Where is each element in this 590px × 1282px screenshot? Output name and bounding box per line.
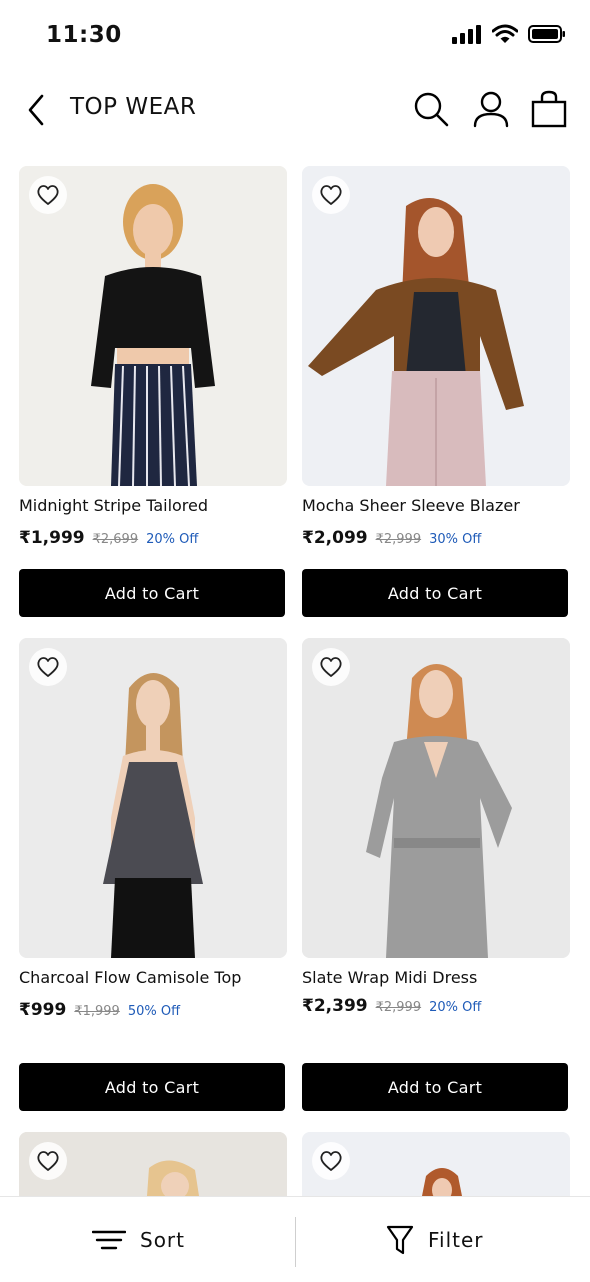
product-card[interactable] <box>302 1132 570 1196</box>
filter-label: Filter <box>428 1227 484 1252</box>
product-image[interactable] <box>19 1132 287 1196</box>
price-row: ₹1,999 ₹2,699 20% Off <box>19 528 198 548</box>
filter-icon <box>386 1225 414 1254</box>
product-photo <box>19 166 287 486</box>
product-mrp: ₹2,999 <box>375 1000 422 1015</box>
discount-label: 20% Off <box>429 1000 482 1015</box>
add-to-cart-button[interactable]: Add to Cart <box>19 569 285 617</box>
product-card[interactable]: Midnight Stripe Tailored ₹1,999 ₹2,699 2… <box>19 166 287 618</box>
discount-label: 20% Off <box>146 532 199 547</box>
status-bar: 11:30 <box>0 0 590 72</box>
add-to-cart-button[interactable]: Add to Cart <box>302 1063 568 1111</box>
heart-icon <box>320 657 342 677</box>
wishlist-button[interactable] <box>312 1142 350 1180</box>
product-image[interactable] <box>302 638 570 958</box>
sort-icon <box>92 1230 126 1249</box>
wishlist-button[interactable] <box>29 1142 67 1180</box>
back-button[interactable] <box>22 92 50 128</box>
product-price: ₹2,399 <box>302 996 368 1016</box>
signal-icon <box>452 25 481 44</box>
product-image[interactable] <box>19 166 287 486</box>
bottom-action-bar: Sort Filter <box>0 1196 590 1282</box>
heart-icon <box>37 657 59 677</box>
back-arrow-icon <box>28 94 44 126</box>
product-card[interactable]: Slate Wrap Midi Dress ₹2,399 ₹2,999 20% … <box>302 638 570 1111</box>
top-header: TOP WEAR <box>0 80 590 140</box>
product-name[interactable]: Slate Wrap Midi Dress <box>302 968 477 987</box>
product-card[interactable] <box>19 1132 287 1196</box>
product-image[interactable] <box>302 166 570 486</box>
battery-icon <box>528 25 565 43</box>
heart-icon <box>37 1151 59 1171</box>
add-to-cart-button[interactable]: Add to Cart <box>302 569 568 617</box>
account-button[interactable] <box>472 90 510 128</box>
status-time: 11:30 <box>46 22 122 48</box>
wishlist-button[interactable] <box>29 176 67 214</box>
user-icon <box>473 91 509 128</box>
product-name[interactable]: Charcoal Flow Camisole Top <box>19 968 241 987</box>
search-button[interactable] <box>412 90 450 128</box>
product-card[interactable]: Charcoal Flow Camisole Top ₹999 ₹1,999 5… <box>19 638 287 1111</box>
discount-label: 30% Off <box>429 532 482 547</box>
product-photo <box>19 638 287 958</box>
price-row: ₹2,099 ₹2,999 30% Off <box>302 528 481 548</box>
product-mrp: ₹2,999 <box>375 532 422 547</box>
filter-button[interactable]: Filter <box>386 1197 484 1282</box>
sort-button[interactable]: Sort <box>92 1197 185 1282</box>
heart-icon <box>320 1151 342 1171</box>
heart-icon <box>320 185 342 205</box>
price-row: ₹999 ₹1,999 50% Off <box>19 1000 180 1020</box>
add-to-cart-button[interactable]: Add to Cart <box>19 1063 285 1111</box>
product-image[interactable] <box>302 1132 570 1196</box>
heart-icon <box>37 185 59 205</box>
product-photo <box>302 638 570 958</box>
product-name[interactable]: Mocha Sheer Sleeve Blazer <box>302 496 520 515</box>
wishlist-button[interactable] <box>312 648 350 686</box>
bottom-bar-divider <box>295 1217 296 1267</box>
wishlist-button[interactable] <box>312 176 350 214</box>
sort-label: Sort <box>140 1227 185 1252</box>
product-price: ₹2,099 <box>302 528 368 548</box>
product-name[interactable]: Midnight Stripe Tailored <box>19 496 208 515</box>
wishlist-button[interactable] <box>29 648 67 686</box>
status-icons <box>452 24 566 44</box>
price-row: ₹2,399 ₹2,999 20% Off <box>302 996 481 1016</box>
bag-icon <box>531 90 567 128</box>
cart-bag-button[interactable] <box>530 90 568 128</box>
product-card[interactable]: Mocha Sheer Sleeve Blazer ₹2,099 ₹2,999 … <box>302 166 570 618</box>
product-image[interactable] <box>19 638 287 958</box>
page-title: TOP WEAR <box>70 94 197 120</box>
product-price: ₹999 <box>19 1000 67 1020</box>
product-price: ₹1,999 <box>19 528 85 548</box>
product-photo <box>302 166 570 486</box>
product-mrp: ₹1,999 <box>74 1004 120 1019</box>
discount-label: 50% Off <box>127 1004 181 1019</box>
wifi-icon <box>492 24 518 43</box>
search-icon <box>414 92 449 127</box>
product-mrp: ₹2,699 <box>92 532 139 547</box>
